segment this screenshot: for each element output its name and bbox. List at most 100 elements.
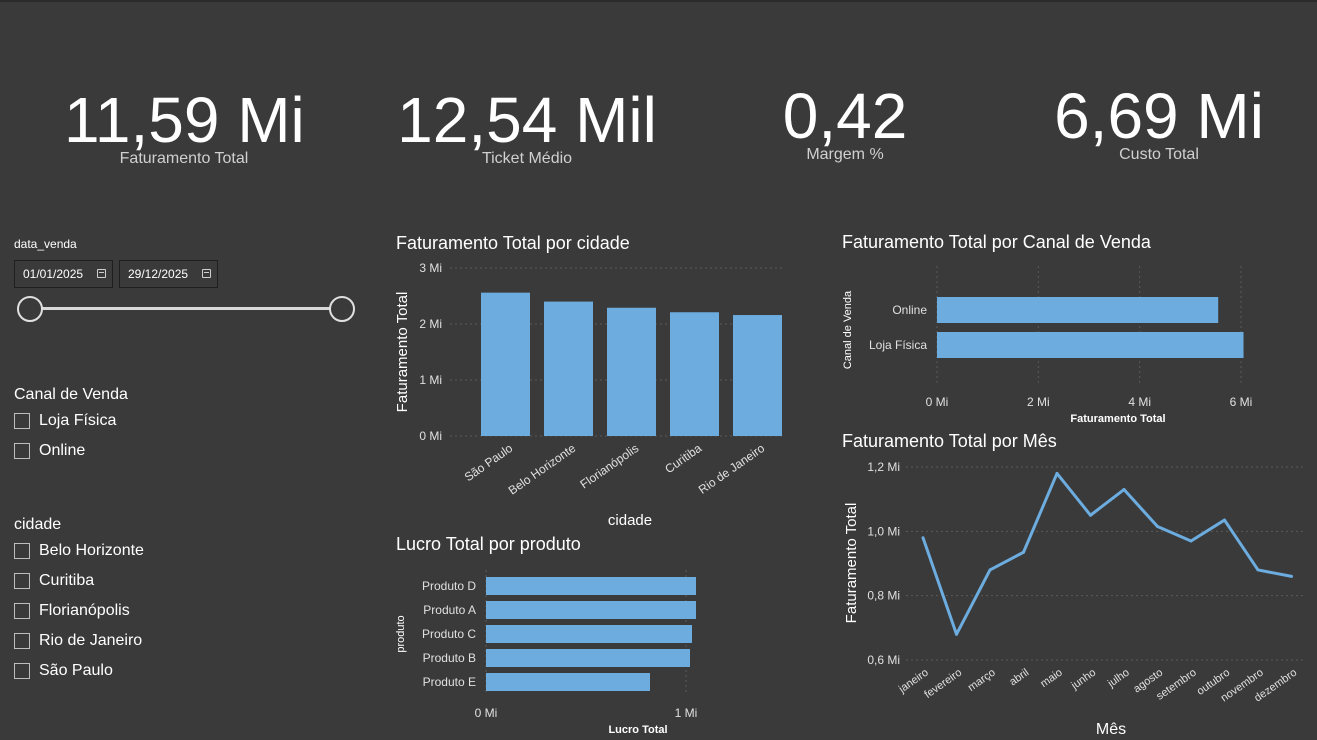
cidade-option[interactable]: Curitiba — [14, 572, 94, 590]
y-tick-label: 0 Mi — [419, 429, 442, 443]
x-axis-label: cidade — [608, 512, 652, 529]
checkbox[interactable] — [14, 413, 30, 429]
y-tick-label: Produto B — [423, 651, 476, 665]
data-point — [1089, 513, 1092, 517]
y-axis-label: Faturamento Total — [394, 292, 411, 413]
data-point — [1156, 525, 1159, 529]
kpi-value: 0,42 — [782, 80, 908, 152]
chart-title-canal: Faturamento Total por Canal de Venda — [842, 232, 1151, 252]
x-tick-label: junho — [1068, 667, 1098, 693]
x-tick-label: 0 Mi — [475, 706, 498, 720]
option-label: Rio de Janeiro — [39, 632, 143, 649]
y-tick-label: 1 Mi — [419, 373, 442, 387]
x-axis-label: Lucro Total — [608, 724, 667, 736]
bar — [670, 312, 719, 436]
y-tick-label: Produto D — [422, 579, 476, 593]
cidade-slicer-title: cidade — [14, 516, 62, 533]
x-tick-label: março — [966, 667, 998, 694]
option-label: Belo Horizonte — [39, 542, 144, 559]
option-label: Loja Física — [39, 412, 117, 429]
cidade-option[interactable]: Florianópolis — [14, 602, 130, 620]
x-tick-label: fevereiro — [922, 667, 964, 701]
data-point — [1189, 539, 1193, 543]
chart-lucro-por-produto: 0 Mi 1 Mi Produto D Produto A Produto C Produ… — [395, 570, 698, 736]
date-range-slider-track[interactable] — [30, 307, 342, 310]
checkbox[interactable] — [14, 443, 30, 459]
canal-option[interactable]: Loja Física — [14, 412, 116, 430]
calendar-icon[interactable] — [202, 269, 211, 278]
kpi-value: 11,59 Mi — [64, 84, 305, 156]
option-label: Curitiba — [39, 572, 95, 589]
checkbox[interactable] — [14, 573, 30, 589]
x-tick-label: 0 Mi — [926, 395, 949, 409]
data-point — [1223, 518, 1226, 522]
date-range-end-handle[interactable] — [329, 296, 355, 322]
data-point — [921, 536, 925, 540]
canal-slicer-title: Canal de Venda — [14, 386, 128, 403]
data-point — [988, 568, 992, 572]
series-line — [921, 471, 1292, 636]
x-tick-label: 2 Mi — [1027, 395, 1050, 409]
end-date-input[interactable]: 29/12/2025 — [119, 260, 218, 288]
y-tick-label: Online — [892, 303, 927, 317]
bar — [937, 332, 1244, 358]
checkbox[interactable] — [14, 663, 30, 679]
bar — [937, 297, 1219, 323]
data-point — [1256, 568, 1260, 572]
data-point — [1122, 488, 1126, 492]
kpi-value: 12,54 Mil — [397, 84, 657, 156]
chart-title-cidade: Faturamento Total por cidade — [396, 233, 630, 253]
cidade-option[interactable]: Belo Horizonte — [14, 542, 144, 560]
x-tick-label: abril — [1007, 667, 1031, 689]
x-tick-label: julho — [1105, 667, 1132, 691]
checkbox[interactable] — [14, 603, 30, 619]
y-tick-label: 2 Mi — [419, 317, 442, 331]
kpi-margem: 0,42 Margem % — [765, 84, 925, 164]
y-tick-label: Produto A — [423, 603, 476, 617]
chart-faturamento-por-canal: 0 Mi 2 Mi 4 Mi 6 Mi Online Loja Física Canal d… — [842, 266, 1252, 425]
x-tick-label: maio — [1038, 667, 1064, 691]
top-border — [0, 0, 1317, 2]
cidade-option[interactable]: Rio de Janeiro — [14, 632, 142, 650]
canal-option[interactable]: Online — [14, 442, 85, 460]
date-range-start-handle[interactable] — [17, 296, 43, 322]
option-label: Florianópolis — [39, 602, 130, 619]
x-tick-label: 1 Mi — [675, 706, 698, 720]
bar — [733, 315, 782, 436]
option-label: Online — [39, 442, 86, 459]
y-axis-label: Canal de Venda — [842, 290, 854, 369]
kpi-ticket-medio: 12,54 Mil Ticket Médio — [397, 88, 657, 168]
checkbox[interactable] — [14, 543, 30, 559]
start-date-input[interactable]: 01/01/2025 — [14, 260, 113, 288]
chart-faturamento-por-mes: 0,6 Mi0,8 Mi1,0 Mi1,2 Mijaneirofevereiro… — [843, 460, 1306, 738]
data-point — [955, 632, 958, 636]
start-date-value: 01/01/2025 — [23, 267, 84, 281]
x-tick-label: Curitiba — [662, 441, 704, 476]
y-tick-label: 1,0 Mi — [867, 524, 900, 538]
kpi-value: 6,69 Mi — [1054, 80, 1264, 152]
data-point — [1290, 574, 1293, 578]
x-axis-label: Faturamento Total — [1070, 413, 1165, 425]
bar — [486, 625, 692, 643]
data-point — [1022, 550, 1025, 554]
kpi-custo-total: 6,69 Mi Custo Total — [1048, 84, 1270, 164]
cidade-option[interactable]: São Paulo — [14, 662, 113, 680]
checkbox[interactable] — [14, 633, 30, 649]
bar — [486, 601, 696, 619]
end-date-value: 29/12/2025 — [128, 267, 189, 281]
y-axis-label: Faturamento Total — [843, 503, 860, 624]
y-tick-label: Produto C — [422, 627, 476, 641]
bar — [607, 307, 656, 436]
option-label: São Paulo — [39, 662, 113, 679]
calendar-icon[interactable] — [97, 269, 106, 278]
data-point — [1055, 471, 1059, 475]
chart-faturamento-por-cidade: 0 Mi1 Mi2 Mi3 MiSão PauloBelo Horizonte F… — [394, 261, 785, 529]
x-tick-label: Rio de Janeiro — [696, 441, 768, 497]
y-tick-label: 0,6 Mi — [867, 653, 900, 667]
bar — [481, 292, 530, 436]
x-tick-label: São Paulo — [462, 441, 516, 484]
y-tick-label: Loja Física — [869, 338, 927, 352]
bar — [544, 301, 593, 436]
x-tick-label: Belo Horizonte — [506, 441, 579, 498]
x-axis-label: Mês — [1096, 721, 1126, 738]
